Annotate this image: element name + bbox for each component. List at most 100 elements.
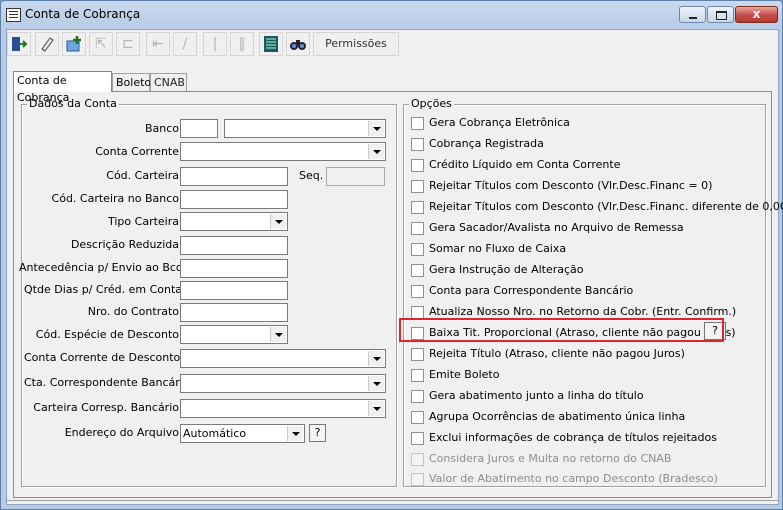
window-form-icon xyxy=(6,8,21,22)
option-label-4[interactable]: Rejeitar Títulos com Desconto (Vlr.Desc.… xyxy=(429,200,783,214)
option-checkbox-7[interactable] xyxy=(411,264,424,277)
cta-correspondente-label: Cta. Correspondente Bancário xyxy=(24,376,190,389)
cod-especie-desconto-label: Cód. Espécie de Desconto xyxy=(35,328,179,341)
option-label-17: Valor de Abatimento no campo Desconto (B… xyxy=(429,472,718,485)
first-record-icon: ⇤ xyxy=(152,36,164,52)
binoculars-icon xyxy=(290,40,306,50)
option-checkbox-3[interactable] xyxy=(411,180,424,193)
option-label-16: Considera Juros e Multa no retorno do CN… xyxy=(429,452,672,465)
add-button[interactable] xyxy=(62,32,86,56)
next-record-button[interactable]: | xyxy=(203,32,227,56)
conta-corrente-desconto-select[interactable] xyxy=(180,349,386,368)
opcoes-group-title: Opções xyxy=(409,97,454,110)
option-label-2[interactable]: Crédito Líquido em Conta Corrente xyxy=(429,158,620,172)
conta-corrente-select[interactable] xyxy=(180,142,386,161)
carteira-corresp-label: Carteira Corresp. Bancário xyxy=(33,401,179,414)
option-checkbox-13[interactable] xyxy=(411,390,424,403)
option-checkbox-12[interactable] xyxy=(411,369,424,382)
option-checkbox-1[interactable] xyxy=(411,138,424,151)
main-window: Conta de Cobrança x ⇱ ⊏ ⇤ / | ‖ Permissõ… xyxy=(0,0,783,510)
option-label-9[interactable]: Atualiza Nosso Nro. no Retorno da Cobr. … xyxy=(429,305,736,319)
option-checkbox-14[interactable] xyxy=(411,411,424,424)
option-label-1[interactable]: Cobrança Registrada xyxy=(429,137,544,151)
option-label-15[interactable]: Exclui informações de cobrança de título… xyxy=(429,431,717,445)
banco-code-field[interactable] xyxy=(180,119,218,138)
seq-field xyxy=(326,167,385,186)
option-label-0[interactable]: Gera Cobrança Eletrônica xyxy=(429,116,570,130)
client-area: ⇱ ⊏ ⇤ / | ‖ Permissões Conta de Cobrança… xyxy=(6,29,783,505)
option-checkbox-0[interactable] xyxy=(411,117,424,130)
descricao-reduzida-field[interactable] xyxy=(180,236,288,255)
nro-contrato-field[interactable] xyxy=(180,303,288,322)
option-checkbox-15[interactable] xyxy=(411,432,424,445)
option-label-11[interactable]: Rejeita Título (Atraso, cliente não pago… xyxy=(429,347,685,361)
duplicate-icon: ⊏ xyxy=(122,36,134,52)
copy-button[interactable]: ⇱ xyxy=(89,32,113,56)
maximize-button[interactable] xyxy=(707,6,734,23)
title-bar[interactable]: Conta de Cobrança x xyxy=(1,1,782,29)
option-checkbox-6[interactable] xyxy=(411,243,424,256)
endereco-arquivo-value: Automático xyxy=(183,427,247,440)
option-label-6[interactable]: Somar no Fluxo de Caixa xyxy=(429,242,566,256)
antecedencia-label: Antecedência p/ Envio ao Bco. xyxy=(19,261,186,274)
last-record-button[interactable]: ‖ xyxy=(230,32,254,56)
cod-carteira-field[interactable] xyxy=(180,167,288,186)
toolbar: ⇱ ⊏ ⇤ / | ‖ Permissões xyxy=(7,30,778,58)
last-record-icon: ‖ xyxy=(238,36,246,52)
chevron-down-icon xyxy=(287,426,303,441)
option-checkbox-4[interactable] xyxy=(411,201,424,214)
tipo-carteira-label: Tipo Carteira xyxy=(108,215,179,228)
chevron-down-icon xyxy=(270,214,286,229)
permissions-button[interactable]: Permissões xyxy=(313,32,399,56)
chevron-down-icon xyxy=(368,121,384,136)
descricao-reduzida-label: Descrição Reduzida xyxy=(70,238,179,251)
tab-cnab[interactable]: CNAB xyxy=(150,73,187,91)
tab-conta-de-cobranca[interactable]: Conta de Cobrança xyxy=(13,71,112,104)
status-divider xyxy=(7,500,778,501)
chevron-down-icon xyxy=(368,351,384,366)
chevron-down-icon xyxy=(368,144,384,159)
minimize-button[interactable] xyxy=(679,6,706,23)
list-view-button[interactable] xyxy=(259,32,283,56)
conta-corrente-desconto-label: Conta Corrente de Desconto xyxy=(24,351,181,364)
search-button[interactable] xyxy=(286,32,310,56)
exit-icon xyxy=(12,37,28,51)
cod-especie-desconto-select[interactable] xyxy=(180,325,288,344)
option-label-13[interactable]: Gera abatimento junto a linha do título xyxy=(429,389,644,403)
option-label-5[interactable]: Gera Sacador/Avalista no Arquivo de Reme… xyxy=(429,221,684,235)
eraser-icon xyxy=(41,37,54,52)
qtde-dias-label: Qtde Dias p/ Créd. em Conta xyxy=(24,283,183,296)
duplicate-button[interactable]: ⊏ xyxy=(116,32,140,56)
option-label-12[interactable]: Emite Boleto xyxy=(429,368,499,382)
option-label-14[interactable]: Agrupa Ocorrências de abatimento única l… xyxy=(429,410,685,424)
tipo-carteira-select[interactable] xyxy=(180,212,288,231)
banco-select[interactable] xyxy=(224,119,386,138)
option-checkbox-16 xyxy=(411,453,424,466)
antecedencia-field[interactable] xyxy=(180,259,288,278)
option-label-8[interactable]: Conta para Correspondente Bancário xyxy=(429,284,633,298)
endereco-arquivo-help-button[interactable]: ? xyxy=(309,424,326,442)
prev-record-button[interactable]: / xyxy=(173,32,197,56)
qtde-dias-field[interactable] xyxy=(180,281,288,300)
option-label-3[interactable]: Rejeitar Títulos com Desconto (Vlr.Desc.… xyxy=(429,179,712,193)
option-label-7[interactable]: Gera Instrução de Alteração xyxy=(429,263,584,277)
chevron-down-icon xyxy=(368,401,384,416)
carteira-corresp-select[interactable] xyxy=(180,399,386,418)
copy-icon: ⇱ xyxy=(95,36,107,52)
close-button[interactable]: x xyxy=(735,6,778,23)
option-checkbox-11[interactable] xyxy=(411,348,424,361)
endereco-arquivo-select[interactable]: Automático xyxy=(180,424,305,443)
cod-carteira-banco-field[interactable] xyxy=(180,190,288,209)
chevron-down-icon xyxy=(368,376,384,391)
edit-button[interactable] xyxy=(35,32,59,56)
tab-boleto[interactable]: Boleto xyxy=(112,73,151,91)
add-icon xyxy=(66,36,81,52)
first-record-button[interactable]: ⇤ xyxy=(146,32,170,56)
option-checkbox-5[interactable] xyxy=(411,222,424,235)
option-checkbox-2[interactable] xyxy=(411,159,424,172)
exit-button[interactable] xyxy=(7,32,31,56)
option-checkbox-17 xyxy=(411,473,424,486)
option-checkbox-8[interactable] xyxy=(411,285,424,298)
tab-page: Dados da Conta Banco Conta Corrente Cód.… xyxy=(13,91,783,498)
cta-correspondente-select[interactable] xyxy=(180,374,386,393)
